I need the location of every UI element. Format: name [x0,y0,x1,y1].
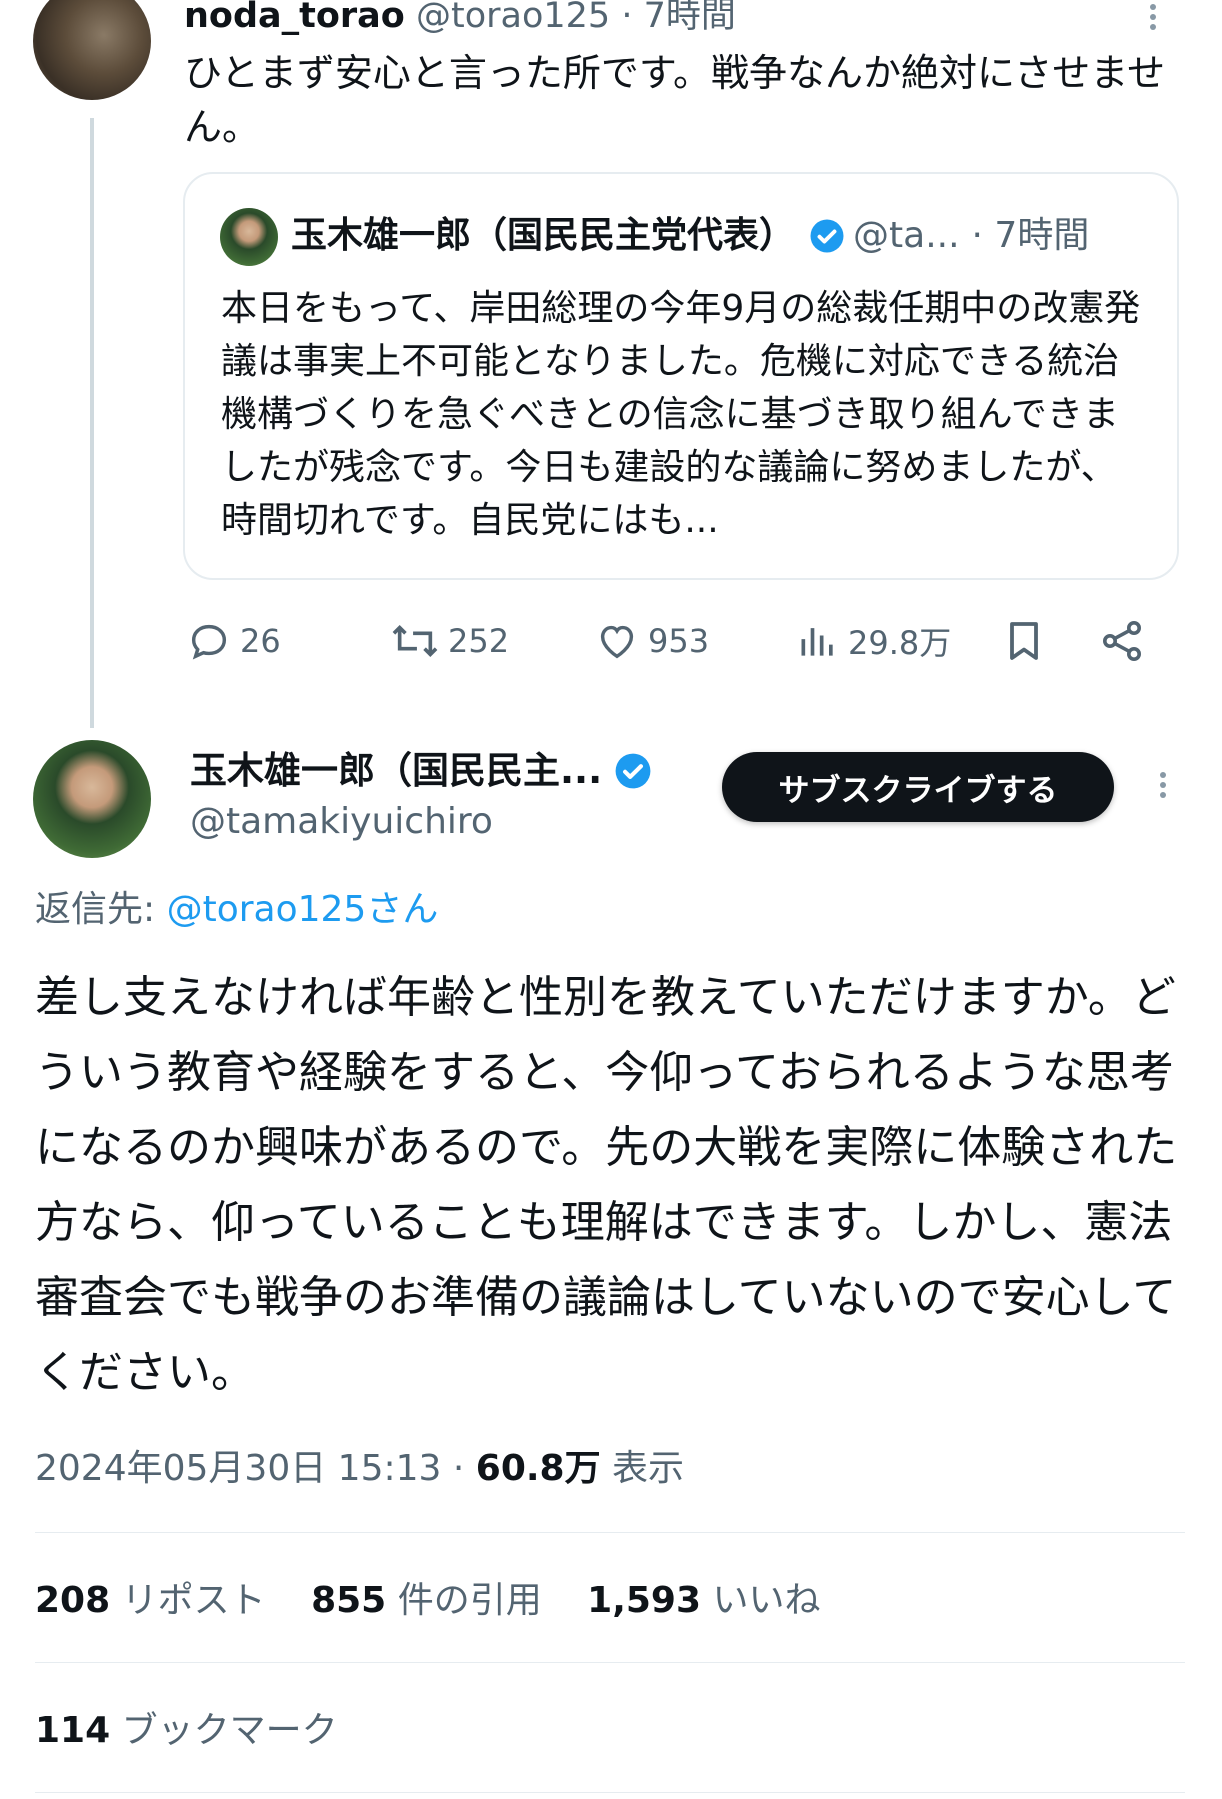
views-button[interactable]: 29.8万 [796,618,951,664]
likes-label: いいね [712,1580,821,1621]
parent-time[interactable]: · 7時間 [621,0,736,36]
bookmarks-stat[interactable]: 114 ブックマーク [35,1708,338,1754]
repost-button[interactable]: 252 [390,618,509,664]
share-button[interactable] [1098,616,1146,670]
reposts-count: 208 [35,1580,111,1621]
main-timestamp[interactable]: 2024年05月30日 15:13 · [35,1448,476,1489]
bookmark-button[interactable] [1000,616,1048,670]
divider [35,1532,1185,1533]
repost-icon [392,625,438,657]
quoted-text: 本日をもって、岸田総理の今年9月の総裁任期中の改憲発議は事実上不可能となりました… [221,288,1141,541]
quoted-header: 玉木雄一郎（国民民主党代表） @ta... · 7時間 [291,212,1089,260]
main-display-name[interactable]: 玉木雄一郎（国民民主... [190,748,602,794]
bookmarks-label: ブックマーク [121,1710,338,1751]
reply-to-handle[interactable]: @torao125さん [167,889,439,930]
quoted-avatar [220,208,278,266]
quoted-tweet-card[interactable]: 玉木雄一郎（国民民主党代表） @ta... · 7時間 本日をもって、岸田総理の… [183,172,1179,580]
main-author: 玉木雄一郎（国民民主... [190,748,652,794]
quoted-handle: @ta... [853,215,960,256]
reposts-stat[interactable]: 208 リポスト [35,1580,277,1621]
reply-to-line: 返信先: @torao125さん [35,888,438,932]
main-views-label: 表示 [600,1448,685,1489]
quoted-time: · 7時間 [971,215,1090,256]
main-more-icon[interactable] [1160,768,1166,802]
bookmark-icon [1010,622,1038,660]
reply-to-prefix: 返信先: [35,889,167,930]
verified-icon [810,219,844,253]
reply-icon [191,624,227,660]
views-count: 29.8万 [848,624,952,662]
parent-handle[interactable]: @torao125 [416,0,610,36]
like-count: 953 [648,622,710,660]
reply-count: 26 [240,622,281,660]
divider [35,1792,1185,1793]
parent-text: ひとまず安心と言った所です。戦争なんか絶対にさせません。 [184,51,1166,149]
divider [35,1662,1185,1663]
views-icon [801,628,833,656]
main-text: 差し支えなければ年齢と性別を教えていただけますか。どういう教育や経験をすると、今… [35,972,1178,1398]
quotes-label: 件の引用 [397,1580,542,1621]
subscribe-button[interactable]: サブスクライブする [722,752,1114,822]
parent-avatar[interactable] [33,0,151,100]
verified-icon [615,753,651,789]
like-icon [600,625,634,659]
reposts-label: リポスト [121,1580,266,1621]
main-views-count: 60.8万 [475,1448,601,1489]
parent-header: noda_torao @torao125 · 7時間 [184,0,736,38]
main-meta: 2024年05月30日 15:13 · 60.8万 表示 [35,1446,684,1492]
parent-more-icon[interactable] [1150,0,1156,34]
bookmarks-count: 114 [35,1710,111,1751]
parent-display-name[interactable]: noda_torao [184,0,405,36]
reply-button[interactable]: 26 [186,618,281,664]
likes-count: 1,593 [587,1580,702,1621]
likes-stat[interactable]: 1,593 いいね [587,1580,820,1621]
quotes-stat[interactable]: 855 件の引用 [311,1580,553,1621]
repost-count: 252 [448,622,510,660]
like-button[interactable]: 953 [594,618,709,664]
engagement-stats: 208 リポスト 855 件の引用 1,593 いいね [35,1578,821,1624]
share-icon [1103,621,1141,661]
main-avatar[interactable] [33,740,151,858]
quoted-display-name: 玉木雄一郎（国民民主党代表） [291,215,796,256]
thread-line [90,118,94,728]
main-handle[interactable]: @tamakiyuichiro [190,800,493,844]
quotes-count: 855 [311,1580,387,1621]
